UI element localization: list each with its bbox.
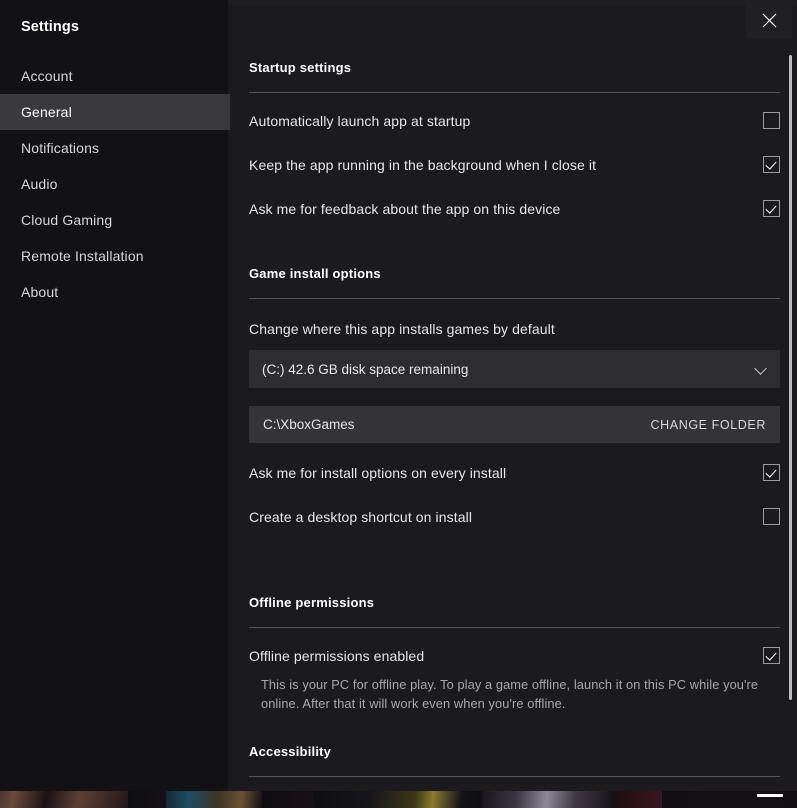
install-drive-value: (C:) 42.6 GB disk space remaining: [262, 361, 469, 377]
setting-row[interactable]: Keep the app running in the background w…: [249, 152, 780, 177]
sidebar-item-label: Account: [21, 68, 73, 84]
sidebar-item-cloud-gaming[interactable]: Cloud Gaming: [0, 202, 230, 238]
close-button[interactable]: [746, 2, 792, 38]
checkbox-checked[interactable]: [763, 464, 780, 481]
sidebar-item-label: General: [21, 104, 72, 120]
section-game-install-options: Game install options Change where this a…: [228, 221, 797, 529]
setting-label: Offline permissions enabled: [249, 647, 425, 664]
settings-nav: Account General Notifications Audio Cloud Ga…: [0, 58, 230, 310]
install-folder-row: C:\XboxGames CHANGE FOLDER: [249, 406, 780, 443]
setting-row[interactable]: Ask me for feedback about the app on thi…: [249, 196, 780, 221]
settings-panel: Settings Account General Notifications Audi…: [0, 0, 797, 791]
setting-row[interactable]: Offline permissions enabled: [249, 643, 780, 668]
section-offline-permissions: Offline permissions Offline permissions …: [228, 529, 797, 713]
sidebar-item-label: About: [21, 284, 59, 300]
install-location-label: Change where this app installs games by …: [249, 321, 555, 337]
checkbox-checked[interactable]: [763, 647, 780, 664]
divider: [249, 776, 780, 777]
checkbox-checked[interactable]: [763, 200, 780, 217]
setting-label: Automatically launch app at startup: [249, 112, 471, 129]
sidebar-item-label: Audio: [21, 176, 58, 192]
sidebar-item-about[interactable]: About: [0, 274, 230, 310]
content-scrollbar-track[interactable]: [784, 0, 797, 791]
setting-row[interactable]: Create a desktop shortcut on install: [249, 504, 780, 529]
chevron-down-icon: [755, 363, 767, 375]
game-install-options-list: Ask me for install options on every inst…: [249, 460, 780, 529]
startup-options-list: Automatically launch app at startup Keep …: [249, 108, 780, 221]
divider: [249, 627, 780, 628]
setting-label: Keep the app running in the background w…: [249, 156, 597, 173]
checkbox-checked[interactable]: [763, 156, 780, 173]
divider: [249, 298, 780, 299]
sidebar-item-audio[interactable]: Audio: [0, 166, 230, 202]
checkbox-unchecked[interactable]: [763, 112, 780, 129]
sidebar-item-label: Cloud Gaming: [21, 212, 113, 228]
settings-title: Settings: [21, 19, 79, 35]
close-icon: [762, 13, 776, 27]
settings-content: Startup settings Automatically launch ap…: [228, 0, 797, 791]
content-scrollbar-thumb[interactable]: [789, 55, 792, 700]
setting-row[interactable]: Automatically launch app at startup: [249, 108, 780, 133]
setting-row[interactable]: Ask me for install options on every inst…: [249, 460, 780, 485]
settings-sidebar: Settings Account General Notifications Audi…: [0, 0, 230, 791]
setting-label: Ask me for feedback about the app on thi…: [249, 200, 561, 217]
change-folder-button[interactable]: CHANGE FOLDER: [651, 418, 766, 432]
install-folder-path: C:\XboxGames: [263, 417, 355, 432]
setting-label: Create a desktop shortcut on install: [249, 508, 473, 525]
sidebar-item-remote-installation[interactable]: Remote Installation: [0, 238, 230, 274]
xbox-app-window: Settings Account General Notifications Audi…: [0, 0, 797, 808]
divider: [249, 92, 780, 93]
sidebar-item-label: Remote Installation: [21, 248, 144, 264]
accessibility-header: Accessibility: [249, 744, 332, 759]
setting-label: Ask me for install options on every inst…: [249, 464, 507, 481]
checkbox-unchecked[interactable]: [763, 508, 780, 525]
install-drive-dropdown[interactable]: (C:) 42.6 GB disk space remaining: [249, 350, 780, 388]
sidebar-item-account[interactable]: Account: [0, 58, 230, 94]
offline-permissions-header: Offline permissions: [249, 595, 375, 610]
sidebar-item-notifications[interactable]: Notifications: [0, 130, 230, 166]
offline-permissions-description: This is your PC for offline play. To pla…: [261, 677, 759, 711]
startup-settings-header: Startup settings: [249, 60, 352, 75]
offline-options-list: Offline permissions enabled: [249, 643, 780, 668]
game-install-options-header: Game install options: [249, 266, 381, 281]
tile-selection-indicator: [757, 794, 783, 797]
sidebar-item-general[interactable]: General: [0, 94, 230, 130]
sidebar-item-label: Notifications: [21, 140, 100, 156]
section-accessibility: Accessibility: [228, 713, 797, 777]
section-startup-settings: Startup settings Automatically launch ap…: [228, 0, 797, 221]
